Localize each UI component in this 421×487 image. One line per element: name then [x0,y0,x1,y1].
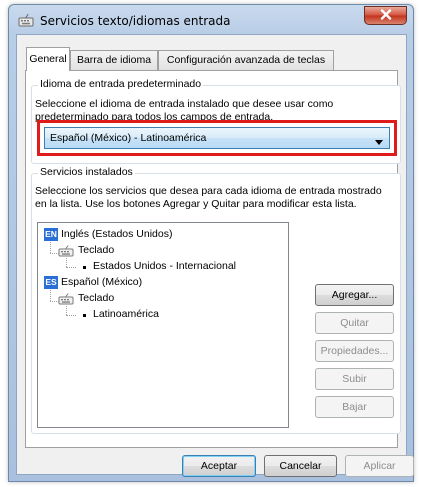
language-badge-en: EN [44,228,58,241]
language-badge-es: ES [44,276,58,289]
close-icon [380,8,392,23]
bullet-icon [83,314,86,317]
close-button[interactable] [364,6,407,25]
add-button[interactable]: Agregar... [315,284,394,306]
tree-line [66,315,76,316]
tree-node-language-en[interactable]: Inglés (Estados Unidos) [61,228,172,242]
bullet-icon [83,266,86,269]
cancel-button[interactable]: Cancelar [264,455,337,477]
window-title: Servicios texto/idiomas entrada [40,14,231,28]
tree-line [66,258,67,267]
default-input-description-line1: Seleccione el idioma de entrada instalad… [35,98,334,110]
apply-button[interactable]: Aplicar [345,455,414,477]
tree-node-layout[interactable]: Estados Unidos - Internacional [93,260,236,274]
default-language-dropdown[interactable]: Español (México) - Latinoamérica [44,127,390,149]
properties-button[interactable]: Propiedades... [315,340,394,362]
tree-node-category-keyboard[interactable]: Teclado [78,292,114,306]
tree-line [66,306,67,315]
keyboard-icon [18,13,34,29]
group-title: Idioma de entrada predeterminado [38,78,204,90]
group-title: Servicios instalados [38,166,135,178]
ok-button[interactable]: Aceptar [182,455,256,477]
dropdown-selected-value: Español (México) - Latinoamérica [50,132,207,144]
dropdown-arrow-icon [375,136,383,148]
tree-line [50,290,51,301]
move-up-button[interactable]: Subir [315,368,394,390]
tree-node-language-es[interactable]: Español (México) [61,276,142,290]
tab-general[interactable]: General [26,47,70,71]
tree-node-layout[interactable]: Latinoamérica [93,308,159,322]
installed-services-description-line1: Seleccione los servicios que desea para … [35,185,382,197]
tree-node-category-keyboard[interactable]: Teclado [78,244,114,258]
move-down-button[interactable]: Bajar [315,396,394,418]
installed-services-description-line2: en la lista. Use los botones Agregar y Q… [35,198,357,210]
tab-advanced-key-settings[interactable]: Configuración avanzada de teclas [158,50,334,70]
highlight-box: Español (México) - Latinoamérica [37,120,397,156]
remove-button[interactable]: Quitar [315,312,394,334]
tree-line [50,242,51,253]
tab-language-bar[interactable]: Barra de idioma [70,50,158,70]
title-bar[interactable]: Servicios texto/idiomas entrada [9,5,413,35]
tree-line [66,267,76,268]
installed-services-tree[interactable]: EN Inglés (Estados Unidos) Teclado Estad… [37,222,289,428]
